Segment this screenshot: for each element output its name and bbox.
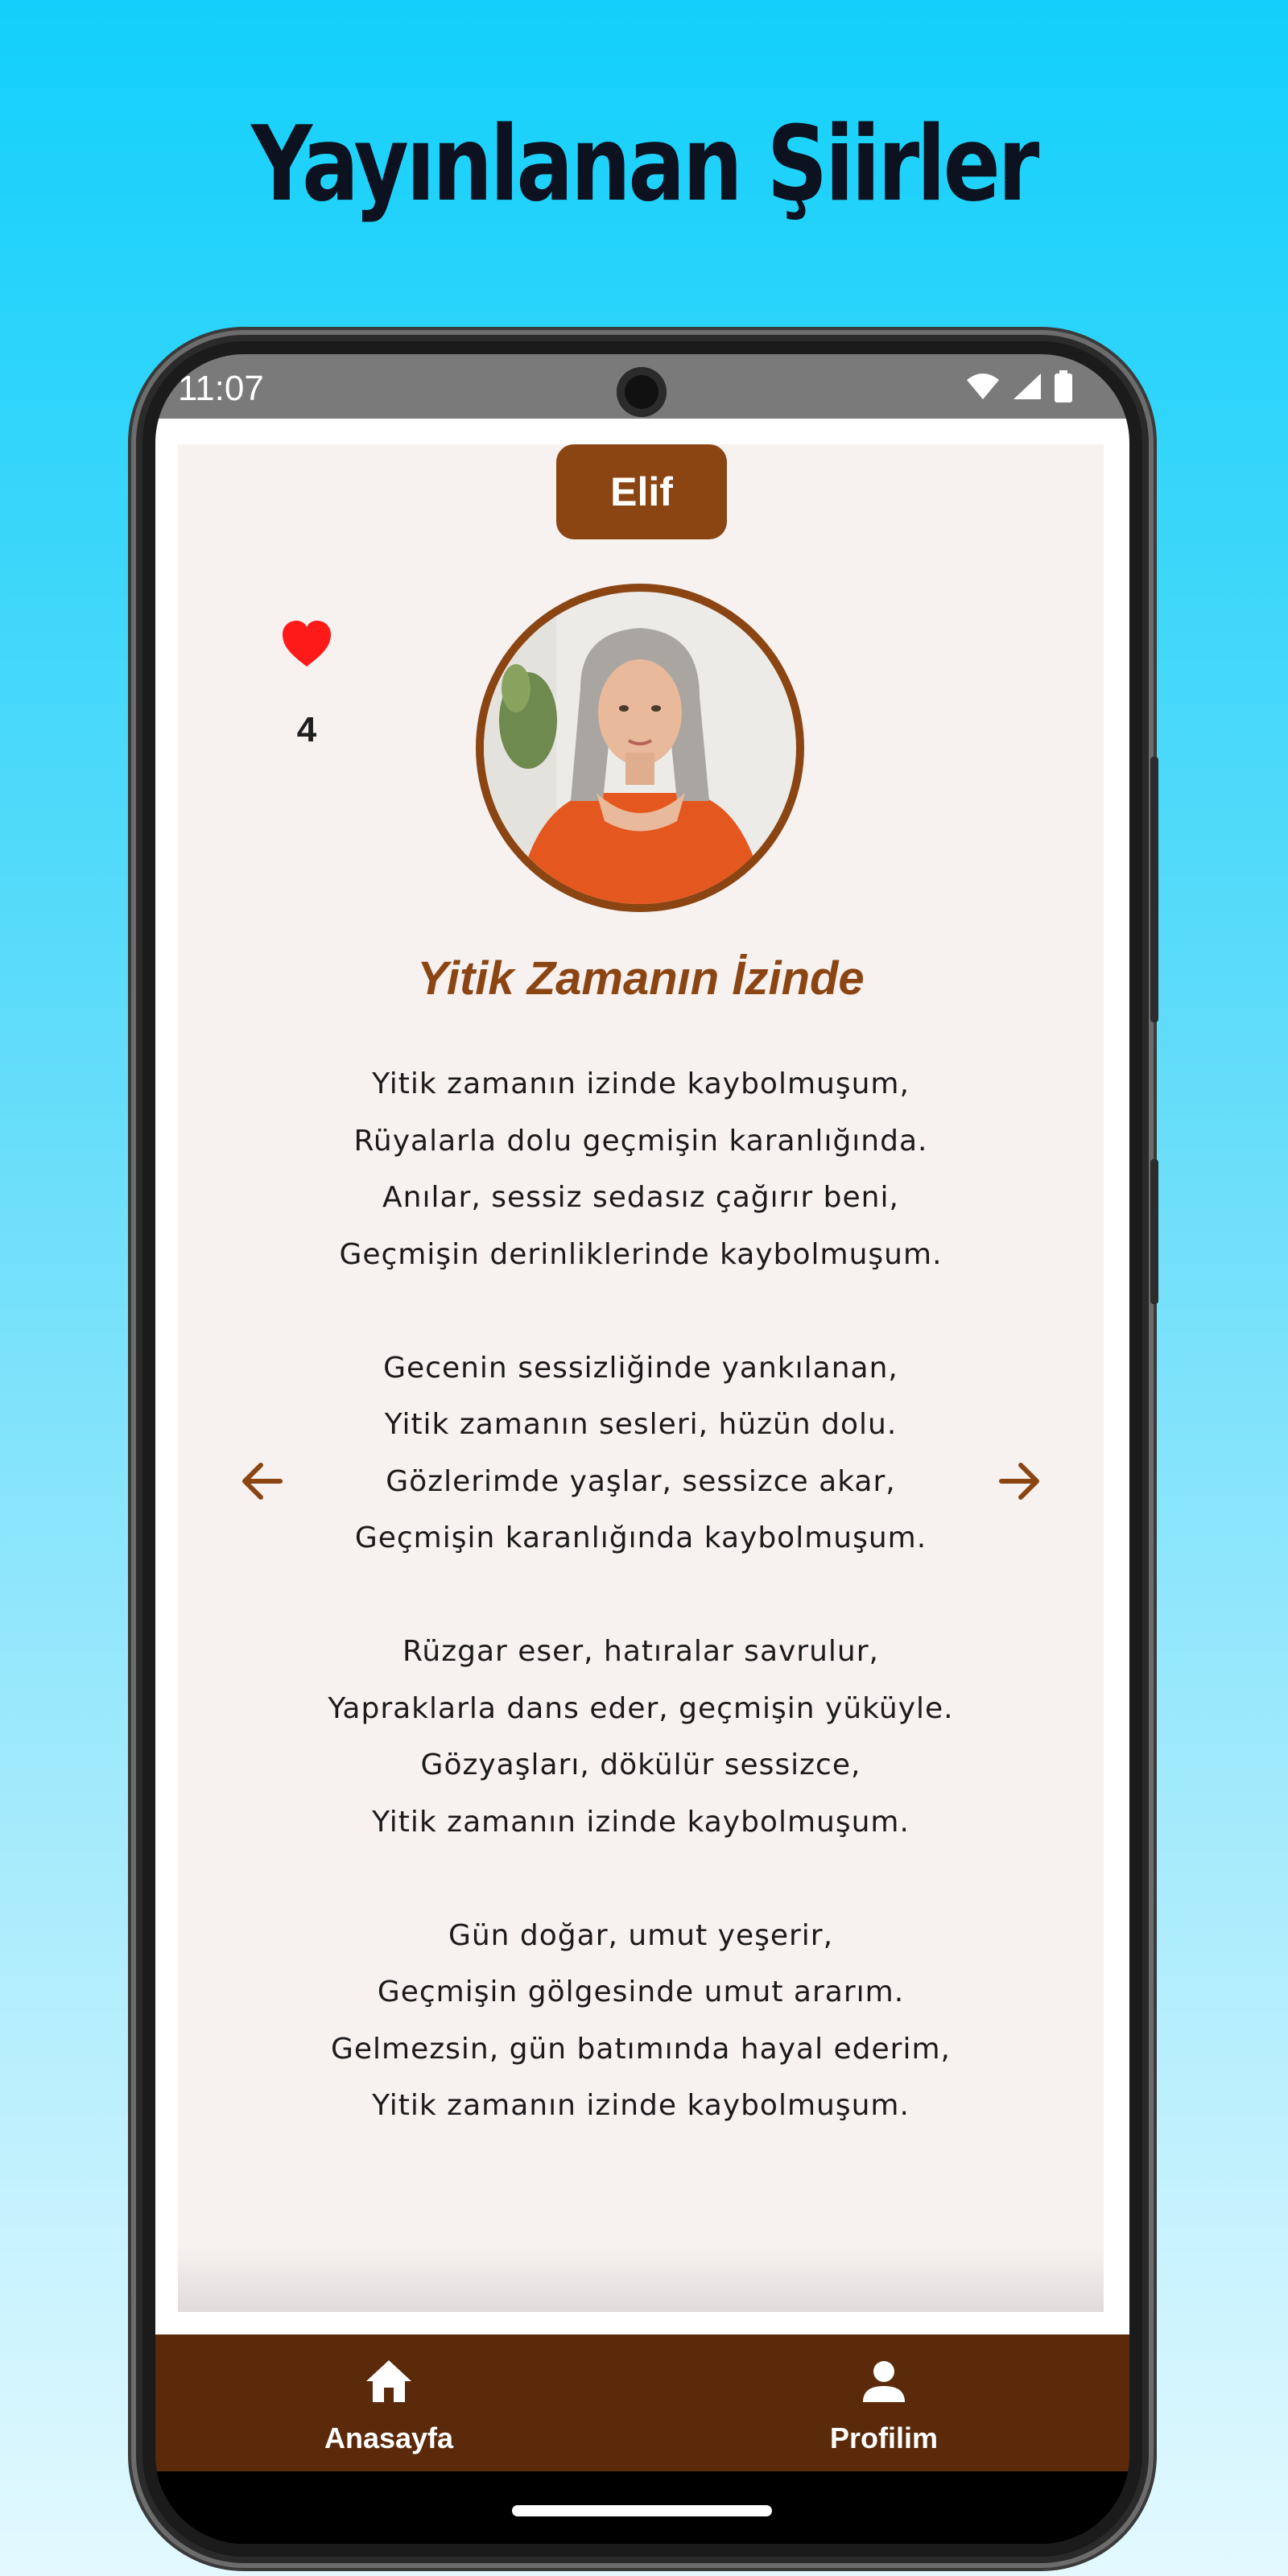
- home-gesture-bar[interactable]: [512, 2505, 772, 2516]
- page-headline: Yayınlanan Şiirler: [251, 105, 1039, 225]
- poem-line: Yitik zamanın izinde kaybolmuşum.: [372, 2089, 910, 2122]
- poem-line: Rüzgar eser, hatıralar savrulur,: [402, 1635, 879, 1668]
- poem-line: Gün doğar, umut yeşerir,: [448, 1918, 834, 1952]
- poem-line: Geçmişin karanlığında kaybolmuşum.: [354, 1521, 927, 1554]
- poem-title: Yitik Zamanın İzinde: [417, 952, 865, 1005]
- status-time: 11:07: [178, 369, 264, 408]
- poem-line: Yitik zamanın izinde kaybolmuşum,: [372, 1067, 910, 1100]
- poem-line: Gözyaşları, dökülür sessizce,: [420, 1748, 861, 1781]
- poet-name-button[interactable]: Elif: [556, 444, 727, 539]
- volume-button: [1150, 757, 1158, 1022]
- front-camera: [617, 367, 667, 417]
- battery-icon: [1054, 370, 1073, 407]
- poem-line: [178, 1283, 1104, 1340]
- poem-line: [178, 1851, 1104, 1908]
- power-button: [1150, 1159, 1158, 1304]
- nav-label: Anasayfa: [324, 2421, 454, 2454]
- bottom-navigation: Anasayfa Profilim: [155, 2334, 1129, 2471]
- poem-line: Gözlerimde yaşlar, sessizce akar,: [386, 1464, 896, 1498]
- like-count: 4: [296, 710, 317, 749]
- poem-line: Rüyalarla dolu geçmişin karanlığında.: [353, 1124, 928, 1158]
- nav-item-profilim[interactable]: Profilim: [763, 2334, 1005, 2471]
- app-content: Elif 4 Yitik Zamanın İzinde Yitik zamanı…: [155, 419, 1129, 2334]
- poet-photo: [484, 592, 796, 904]
- poem-card: Elif 4 Yitik Zamanın İzinde Yitik zamanı…: [178, 444, 1104, 2312]
- poem-line: Gecenin sessizliğinde yankılanan,: [383, 1351, 898, 1385]
- poem-line: Yitik zamanın sesleri, hüzün dolu.: [384, 1408, 898, 1441]
- person-icon: [858, 2357, 910, 2409]
- nav-item-anasayfa[interactable]: Anasayfa: [268, 2334, 510, 2471]
- poem-text: Yitik zamanın izinde kaybolmuşum, Rüyala…: [178, 1056, 1104, 2135]
- phone-screen: 11:07 Elif 4 Yitik Zamanın İzinde Yitik …: [155, 354, 1129, 2544]
- arrow-right-icon[interactable]: [987, 1449, 1051, 1513]
- poet-avatar[interactable]: [476, 584, 804, 912]
- poem-line: Anılar, sessiz sedasız çağırır beni,: [382, 1181, 899, 1214]
- arrow-left-icon[interactable]: [230, 1449, 295, 1513]
- wifi-icon: [965, 372, 1001, 405]
- nav-label: Profilim: [829, 2421, 938, 2454]
- poem-line: Geçmişin gölgesinde umut ararım.: [377, 1975, 905, 2008]
- poem-line: Yapraklarla dans eder, geçmişin yüküyle.: [328, 1691, 954, 1725]
- poem-line: Gelmezsin, gün batımında hayal ederim,: [331, 2032, 951, 2066]
- status-bar: 11:07: [155, 354, 1129, 419]
- home-icon: [363, 2357, 415, 2409]
- signal-icon: [1012, 372, 1042, 405]
- heart-icon[interactable]: [281, 620, 332, 672]
- poem-line: [178, 1567, 1104, 1624]
- poem-line: Geçmişin derinliklerinde kaybolmuşum.: [339, 1237, 943, 1271]
- poem-line: Yitik zamanın izinde kaybolmuşum.: [372, 1805, 910, 1839]
- phone-frame: 11:07 Elif 4 Yitik Zamanın İzinde Yitik …: [131, 330, 1158, 2568]
